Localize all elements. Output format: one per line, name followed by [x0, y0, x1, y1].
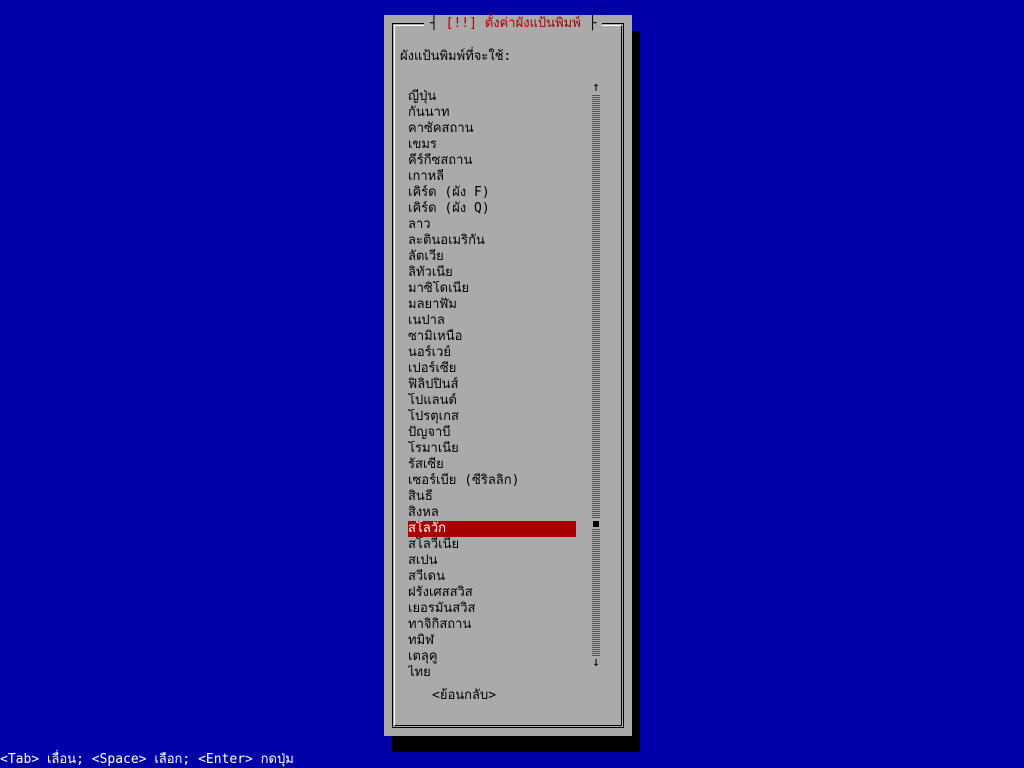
title-text: ตั้งค่าผังแป้นพิมพ์ [484, 16, 581, 31]
list-item[interactable]: ไทย [408, 665, 576, 681]
list-item[interactable]: เกาหลี [408, 169, 576, 185]
list-item[interactable]: กันนาท [408, 105, 576, 121]
list-item[interactable]: สเปน [408, 553, 576, 569]
list-item[interactable]: เขมร [408, 137, 576, 153]
dialog-title: ┤ [!!] ตั้งค่าผังแป้นพิมพ์ ├ [424, 15, 603, 32]
status-bar-help: <Tab> เลื่อน; <Space> เลือก; <Enter> กดป… [0, 752, 1024, 768]
list-item[interactable]: ทมิฬ [408, 633, 576, 649]
list-item[interactable]: โรมาเนีย [408, 441, 576, 457]
list-item[interactable]: ฟิลิปปินส์ [408, 377, 576, 393]
list-item[interactable]: เคิร์ด (ผัง F) [408, 185, 576, 201]
list-item[interactable]: มลยาฬัม [408, 297, 576, 313]
list-item[interactable]: สิงหล [408, 505, 576, 521]
keyboard-layout-dialog: ┤ [!!] ตั้งค่าผังแป้นพิมพ์ ├ ผังแป้นพิมพ… [384, 15, 632, 736]
list-item[interactable]: สโลวีเนีย [408, 537, 576, 553]
list-item[interactable]: สวีเดน [408, 569, 576, 585]
list-item[interactable]: เยอรมันสวิส [408, 601, 576, 617]
scrollbar-thumb[interactable] [592, 519, 600, 529]
list-item[interactable]: ลาว [408, 217, 576, 233]
list-item[interactable]: คีร์กีซสถาน [408, 153, 576, 169]
list-item[interactable]: โปแลนด์ [408, 393, 576, 409]
list-item[interactable]: เนปาล [408, 313, 576, 329]
back-button[interactable]: <ย้อนกลับ> [432, 688, 496, 704]
list-item[interactable]: ลัตเวีย [408, 249, 576, 265]
list-item[interactable]: ลิทัวเนีย [408, 265, 576, 281]
list-item-selected[interactable]: สโลวัก [408, 521, 576, 537]
list-item[interactable]: เคิร์ด (ผัง Q) [408, 201, 576, 217]
list-item[interactable]: ญี่ปุ่น [408, 89, 576, 105]
list-item[interactable]: ฝรั่งเศสสวิส [408, 585, 576, 601]
list-item[interactable]: เปอร์เซีย [408, 361, 576, 377]
title-bracket-left: ┤ [430, 16, 438, 31]
title-bracket-right: ├ [588, 16, 597, 31]
list-item[interactable]: มาซิโดเนีย [408, 281, 576, 297]
list-item[interactable]: ละตินอเมริกัน [408, 233, 576, 249]
list-item[interactable]: โปรตุเกส [408, 409, 576, 425]
list-item[interactable]: เตลุคู [408, 649, 576, 665]
list-item[interactable]: ปัญจาบี [408, 425, 576, 441]
scroll-down-arrow-icon[interactable]: ↓ [592, 656, 600, 670]
list-scrollbar[interactable]: ↑ ↓ [592, 81, 600, 670]
keyboard-layout-list[interactable]: ญี่ปุ่น กันนาท คาซัคสถาน เขมร คีร์กีซสถาน เกา… [408, 89, 576, 681]
list-item[interactable]: นอร์เวย์ [408, 345, 576, 361]
scroll-up-arrow-icon[interactable]: ↑ [592, 81, 600, 95]
dialog-prompt: ผังแป้นพิมพ์ที่จะใช้: [400, 49, 512, 64]
list-item[interactable]: เซอร์เบีย (ซีริลลิก) [408, 473, 576, 489]
title-priority: [!!] [445, 16, 477, 31]
list-item[interactable]: ทาจิกิสถาน [408, 617, 576, 633]
list-item[interactable]: คาซัคสถาน [408, 121, 576, 137]
scrollbar-track[interactable] [592, 95, 600, 656]
list-item[interactable]: ซามิเหนือ [408, 329, 576, 345]
installer-screen: ┤ [!!] ตั้งค่าผังแป้นพิมพ์ ├ ผังแป้นพิมพ… [0, 0, 1024, 768]
list-item[interactable]: สินธี [408, 489, 576, 505]
list-item[interactable]: รัสเซีย [408, 457, 576, 473]
